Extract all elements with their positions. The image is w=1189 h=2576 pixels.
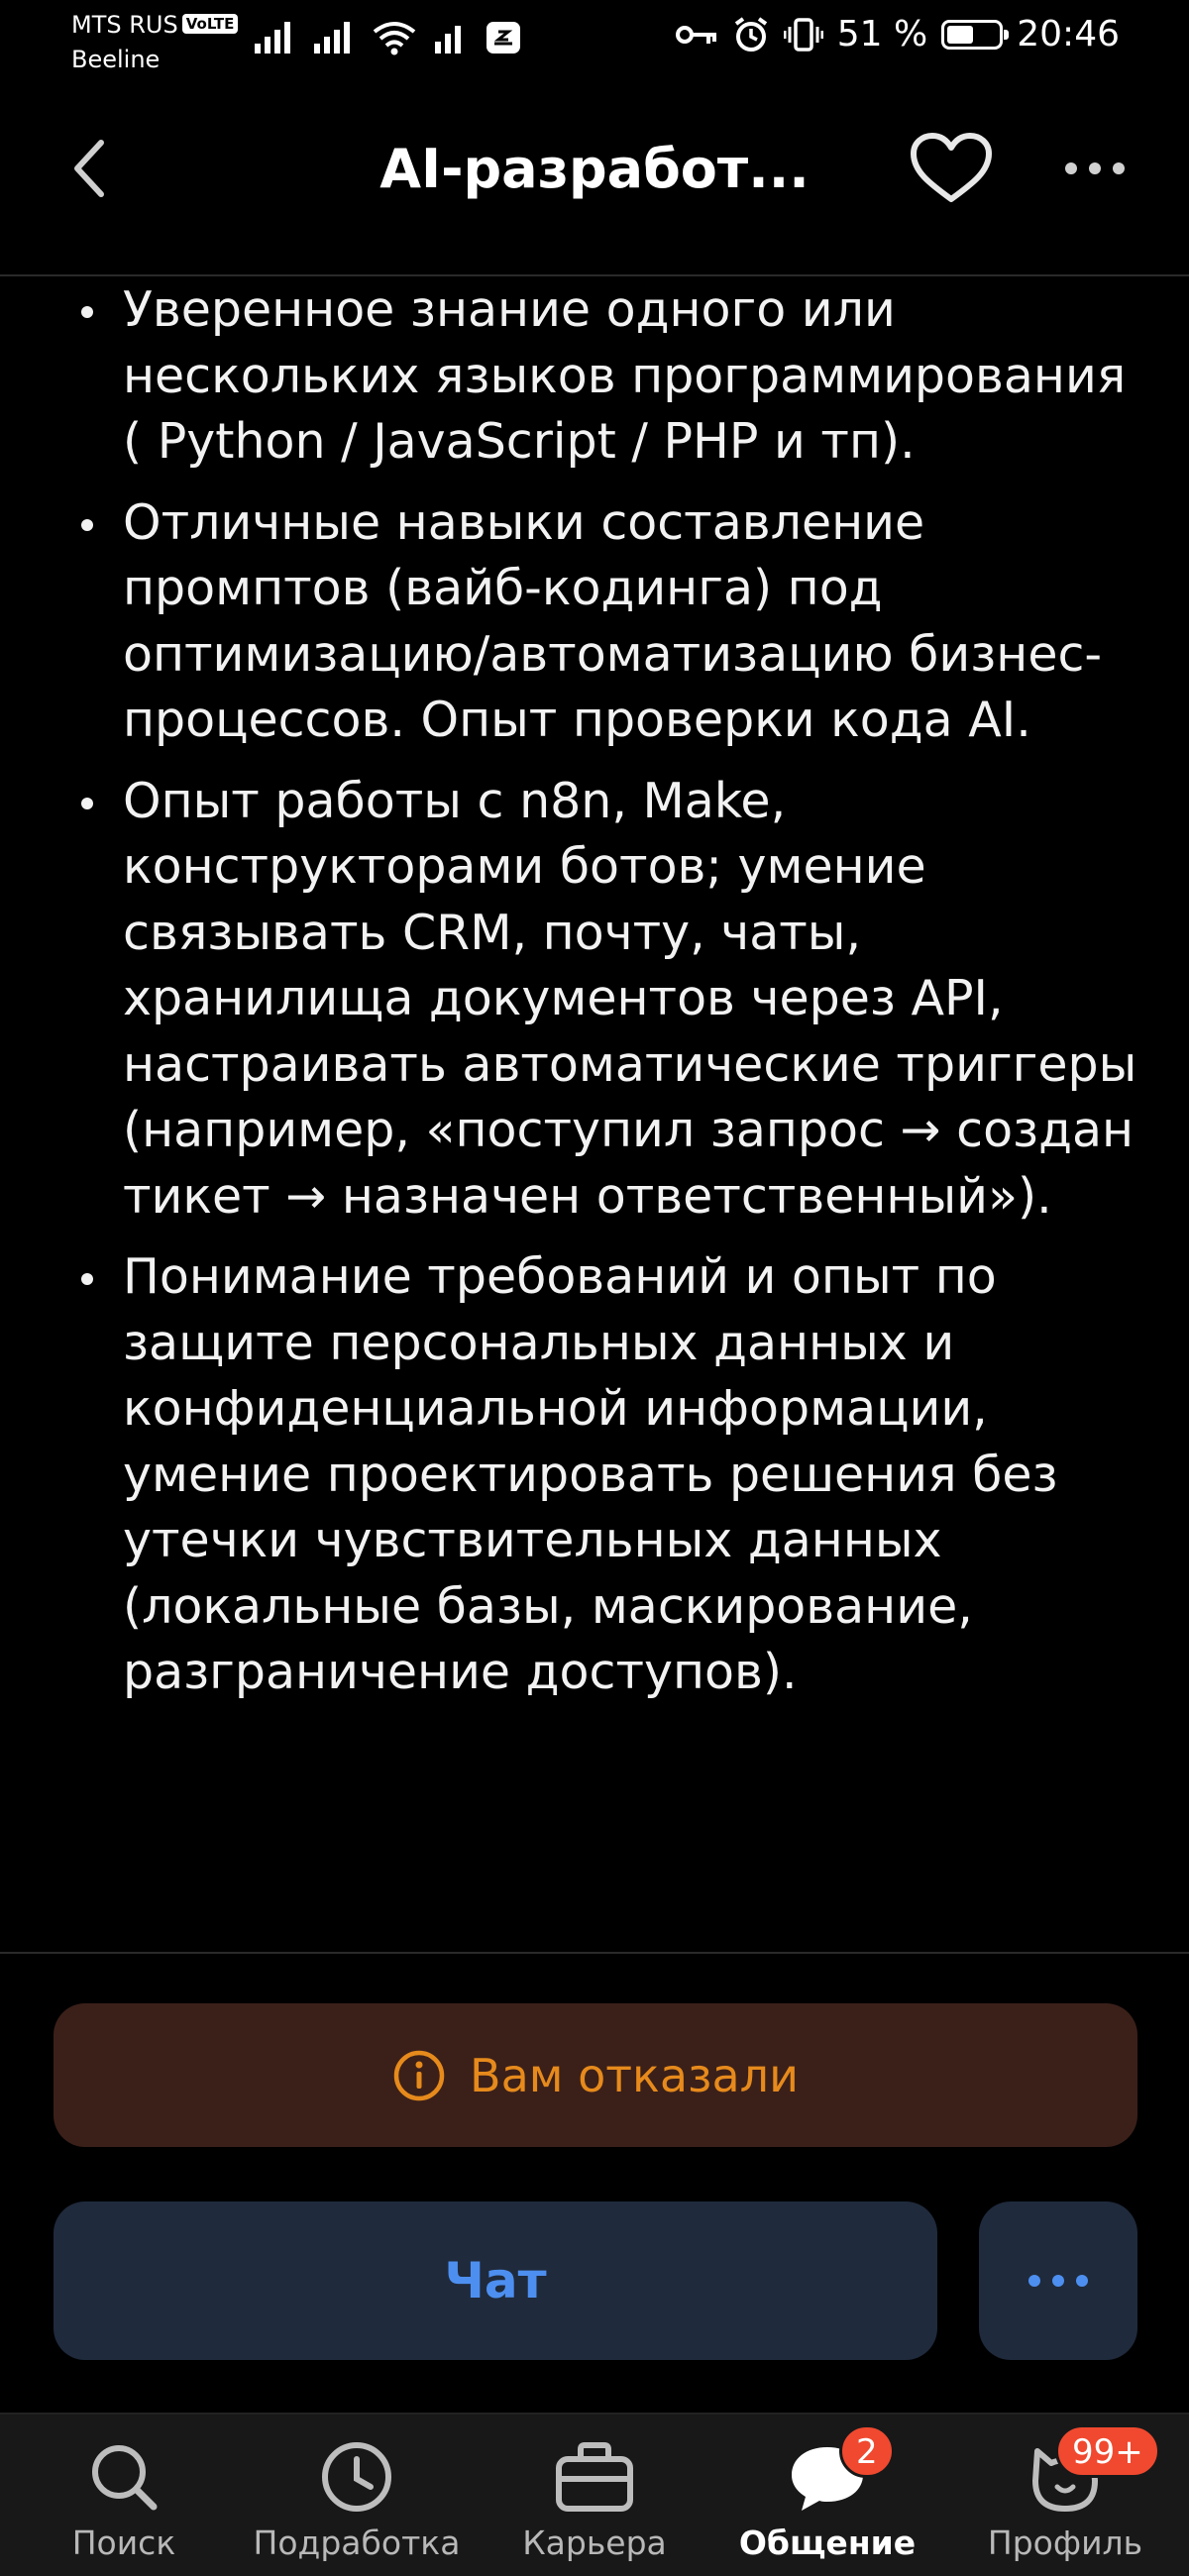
nav-item-side-jobs[interactable]: Подработка — [248, 2415, 466, 2576]
briefcase-icon — [545, 2434, 644, 2520]
back-button[interactable] — [59, 119, 119, 218]
battery-level — [947, 25, 974, 44]
nav-label: Профиль — [987, 2523, 1143, 2562]
status-right: 51 % 20:46 — [675, 14, 1120, 54]
battery-percent: 51 % — [836, 14, 928, 54]
application-status-banner: Вам отказали — [54, 2003, 1137, 2147]
bottom-navigation: Поиск Подработка Карьера 2 Общение 99+ П… — [0, 2413, 1189, 2576]
notification-app-icon — [486, 22, 520, 54]
application-status-text: Вам отказали — [470, 2048, 799, 2102]
nav-item-messages[interactable]: 2 Общение — [718, 2415, 936, 2576]
vacancy-description[interactable]: Уверенное знание одного или нескольких я… — [0, 277, 1189, 1952]
carrier-primary: MTS RUS VoLTE — [71, 10, 239, 40]
header-divider — [0, 274, 1189, 276]
nav-label: Поиск — [71, 2523, 176, 2562]
info-icon — [393, 2050, 445, 2100]
clock-icon — [307, 2434, 406, 2520]
requirements-list-item: Уверенное знание одного или нескольких я… — [71, 277, 1151, 476]
nav-item-search[interactable]: Поиск — [15, 2415, 233, 2576]
data-signal-icon — [435, 26, 461, 54]
favorite-button[interactable] — [902, 119, 1001, 218]
more-options-button[interactable] — [1050, 119, 1139, 218]
nav-label: Общение — [738, 2523, 917, 2562]
requirements-list-item: Опыт работы с n8n, Make, конструкторами … — [71, 769, 1151, 1231]
actions-more-button[interactable] — [979, 2201, 1137, 2360]
heart-icon — [911, 133, 992, 202]
signal-icons — [253, 20, 522, 55]
content-divider — [0, 1952, 1189, 1954]
signal-strength-icon — [314, 22, 350, 54]
requirements-list: Уверенное знание одного или нескольких я… — [71, 277, 1151, 1721]
chevron-left-icon — [74, 140, 104, 197]
nav-item-career[interactable]: Карьера — [486, 2415, 703, 2576]
requirements-list-item: Понимание требований и опыт по защите пе… — [71, 1244, 1151, 1706]
wifi-icon — [373, 22, 416, 55]
more-horizontal-icon — [1065, 162, 1125, 174]
chat-button[interactable]: Чат — [54, 2201, 937, 2360]
search-icon — [74, 2434, 173, 2520]
carrier-name: MTS RUS — [71, 11, 178, 39]
page-title: AI-разработ... — [379, 137, 810, 200]
nav-label: Подработка — [253, 2523, 461, 2562]
nav-item-profile[interactable]: 99+ Профиль — [956, 2415, 1174, 2576]
clock-time: 20:46 — [1017, 14, 1120, 54]
unread-badge: 2 — [839, 2424, 895, 2478]
key-icon — [675, 25, 716, 44]
carrier-secondary: Beeline — [71, 46, 161, 73]
app-header: AI-разработ... — [0, 89, 1189, 277]
profile-cat-icon: 99+ — [1016, 2424, 1160, 2520]
notifications-badge: 99+ — [1055, 2424, 1160, 2478]
alarm-icon — [734, 16, 767, 52]
requirements-list-item: Отличные навыки составление промптов (ва… — [71, 490, 1151, 754]
signal-strength-icon — [255, 22, 290, 54]
more-horizontal-icon — [1028, 2275, 1088, 2287]
chat-bubble-icon: 2 — [778, 2424, 895, 2520]
battery-icon — [941, 19, 1010, 50]
nav-label: Карьера — [522, 2523, 667, 2562]
volte-badge: VoLTE — [181, 14, 239, 34]
vibrate-icon — [783, 17, 823, 52]
status-bar: MTS RUS VoLTE Beeline 51 % 20:46 — [0, 0, 1189, 89]
